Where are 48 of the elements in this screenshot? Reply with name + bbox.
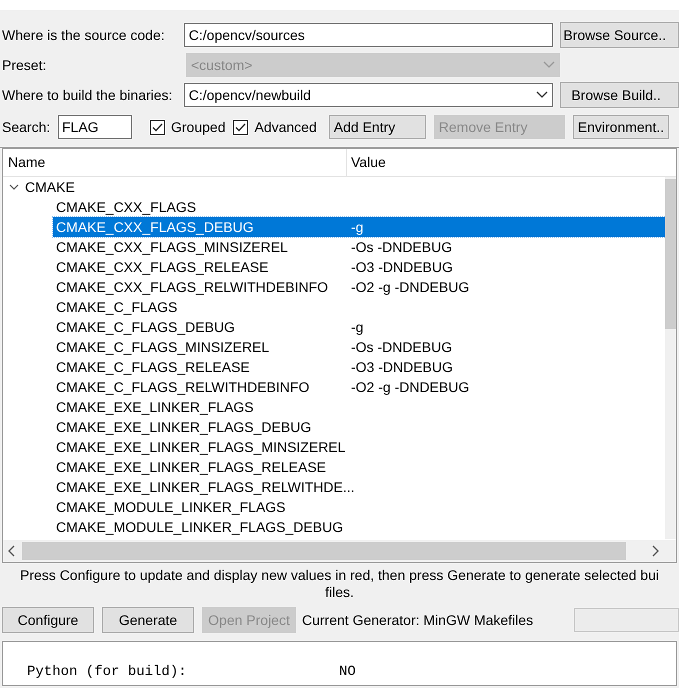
tree-row[interactable]: CMAKE_CXX_FLAGS_MINSIZEREL -Os -DNDEBUG [53, 237, 666, 257]
output-value: NO [339, 663, 356, 682]
tree-row[interactable]: CMAKE_EXE_LINKER_FLAGS_DEBUG [53, 417, 666, 437]
field-label: Preset: [1, 56, 48, 74]
tree-row[interactable]: CMAKE_MODULE_LINKER_FLAGS [53, 497, 666, 517]
tree-row[interactable]: CMAKE_C_FLAGS_RELEASE -O3 -DNDEBUG [53, 357, 666, 377]
output-label: Python (for build): [27, 663, 188, 682]
tree-row[interactable]: CMAKE_EXE_LINKER_FLAGS_RELWITHDE... [53, 477, 666, 497]
tree-row[interactable]: CMAKE_EXE_LINKER_FLAGS_RELEASE [53, 457, 666, 477]
browse-button[interactable]: Browse Build.. [560, 82, 679, 108]
browse-button[interactable]: Browse Source.. [560, 22, 679, 48]
checkbox-label: Advanced [254, 118, 317, 136]
field-label: Search: [1, 118, 52, 136]
checkbox[interactable] [233, 120, 248, 134]
tree-row[interactable]: CMAKE_MODULE_LINKER_FLAGS_DEBUG [53, 517, 666, 537]
hint-text: Press Configure to update and display new values in red, then press Generate to generate selected bui files. [19, 567, 660, 602]
tree-row[interactable]: CMAKE_CXX_FLAGS [53, 197, 666, 217]
chevron-down-icon[interactable] [9, 183, 19, 191]
tree-row[interactable]: CMAKE_C_FLAGS_MINSIZEREL -Os -DNDEBUG [53, 337, 666, 357]
entry-button[interactable]: Environment.. [572, 115, 670, 139]
column-header[interactable]: Name [3, 149, 347, 176]
horizontal-scrollbar[interactable] [3, 540, 676, 562]
input-field[interactable]: C:/opencv/sources [184, 23, 554, 47]
entry-button[interactable]: Add Entry [328, 115, 426, 139]
group-name[interactable]: CMAKE [25, 176, 75, 198]
tree-row[interactable]: CMAKE_EXE_LINKER_FLAGS [53, 397, 666, 417]
tree-row[interactable]: CMAKE_CXX_FLAGS_RELWITHDEBINFO -O2 -g -DNDEBUG [53, 277, 666, 297]
checkbox[interactable] [150, 120, 165, 134]
tree-row[interactable]: CMAKE_C_FLAGS_DEBUG -g [53, 317, 666, 337]
tree-row[interactable]: CMAKE_EXE_LINKER_FLAGS_MINSIZEREL [53, 437, 666, 457]
chevron-down-icon [543, 61, 555, 69]
tree-row[interactable]: CMAKE_CXX_FLAGS_DEBUG -g [53, 217, 666, 237]
arrow-right-icon[interactable] [651, 545, 659, 557]
checkbox-label: Grouped [171, 118, 226, 137]
tree-row[interactable]: CMAKE_C_FLAGS [53, 297, 666, 317]
tree-row[interactable]: CMAKE_C_FLAGS_RELWITHDEBINFO -O2 -g -DNDEBUG [53, 377, 666, 397]
vertical-scrollbar[interactable] [665, 177, 676, 539]
action-button[interactable]: Configure [2, 607, 94, 633]
action-button[interactable]: Generate [102, 607, 194, 633]
column-header[interactable]: Value [347, 149, 676, 176]
generator-label: Current Generator: MinGW Makefiles [302, 610, 534, 630]
field-label: Where is the source code: [1, 26, 166, 44]
chevron-down-icon [536, 91, 548, 99]
tree-row[interactable]: CMAKE_CXX_FLAGS_RELEASE -O3 -DNDEBUG [53, 257, 666, 277]
build-dropdown[interactable]: C:/opencv/newbuild [184, 83, 554, 107]
arrow-left-icon[interactable] [8, 545, 16, 557]
field-label: Where to build the binaries: [1, 86, 174, 104]
search-field[interactable]: FLAG [58, 115, 132, 139]
